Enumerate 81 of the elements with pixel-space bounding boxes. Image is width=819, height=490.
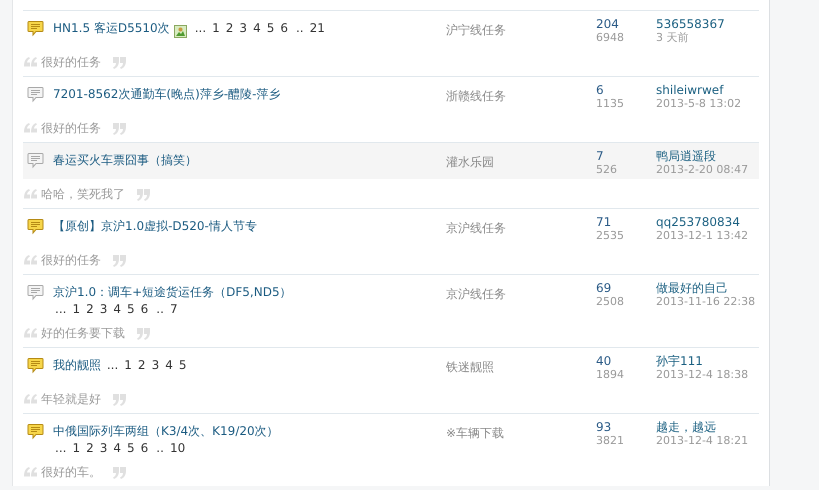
topic-title-link[interactable]: 中俄国际列车两组（K3/4次、K19/20次） (53, 424, 279, 438)
page-ellipsis: ... (55, 441, 66, 455)
page-ellipsis: .. (156, 302, 164, 316)
page-link[interactable]: 5 (127, 302, 135, 316)
page-link[interactable]: 6 (140, 441, 148, 455)
page-link[interactable]: 1 (212, 21, 220, 35)
page-link[interactable]: 3 (239, 21, 248, 35)
reply-excerpt: 好的任务要下载 (41, 324, 125, 342)
reply-count: 93 (596, 420, 612, 434)
page-link[interactable]: 4 (253, 21, 261, 35)
topic-title-link[interactable]: 7201-8562次通勤车(晚点)萍乡-醴陵-萍乡 (53, 87, 280, 101)
view-count: 2508 (596, 295, 624, 308)
page-ellipsis: ... (106, 358, 118, 372)
reply-excerpt: 很好的任务 (41, 54, 101, 70)
page-link[interactable]: 5 (178, 358, 186, 372)
topic-title-link[interactable]: 我的靓照 (53, 358, 101, 372)
view-count: 1135 (596, 97, 624, 110)
forum-name[interactable]: ※车辆下载 (446, 426, 504, 440)
page-link[interactable]: 1 (124, 358, 132, 372)
topic-title-link[interactable]: 春运买火车票囧事（搞笑） (53, 153, 197, 167)
forum-name[interactable]: 沪宁线任务 (446, 23, 506, 37)
topic-title-link[interactable]: HN1.5 客运D5510次 (53, 21, 170, 35)
last-poster-link[interactable]: 孙宇111 (656, 354, 703, 368)
last-poster-link[interactable]: 鸭局逍遥段 (656, 149, 716, 163)
reply-excerpt: 很好的任务 (41, 252, 101, 268)
page-link[interactable]: 7 (170, 302, 178, 316)
page-link[interactable]: 21 (310, 21, 325, 35)
forum-name[interactable]: 京沪线任务 (446, 221, 506, 235)
forum-name[interactable]: 京沪线任务 (446, 287, 506, 301)
page-ellipsis: ... (55, 302, 66, 316)
page-link[interactable]: 5 (266, 21, 274, 35)
page-link[interactable]: 3 (152, 358, 160, 372)
reply-count: 6 (596, 83, 604, 97)
view-count: 1894 (596, 368, 624, 381)
page-link[interactable]: 6 (140, 302, 148, 316)
last-post-time: 2013-11-16 22:38 (656, 295, 756, 308)
page-link[interactable]: 4 (165, 358, 173, 372)
topic-title-link[interactable]: 京沪1.0：调车+短途货运任务（DF5,ND5） (53, 285, 292, 299)
last-post-time: 2013-12-4 18:21 (656, 434, 748, 447)
forum-name[interactable]: 浙赣线任务 (446, 89, 506, 103)
last-poster-link[interactable]: 越走，越远 (656, 420, 716, 434)
last-post-time: 2013-2-20 08:47 (656, 163, 748, 176)
page-link[interactable]: 3 (100, 302, 108, 316)
page-link[interactable]: 2 (86, 302, 94, 316)
reply-count: 204 (596, 17, 619, 31)
view-count: 6948 (596, 31, 624, 44)
page-link[interactable]: 2 (138, 358, 146, 372)
page-link[interactable]: 2 (226, 21, 234, 35)
view-count: 3821 (596, 434, 624, 447)
last-post-time: 3 天前 (656, 31, 688, 44)
last-post-time: 2013-12-4 18:38 (656, 368, 748, 381)
topic-title-link[interactable]: 【原创】京沪1.0虚拟-D520-情人节专 (53, 219, 257, 233)
reply-count: 71 (596, 215, 612, 229)
page-link[interactable]: 5 (127, 441, 135, 455)
page-link[interactable]: 10 (170, 441, 186, 455)
forum-name[interactable]: 铁迷靓照 (446, 360, 494, 374)
view-count: 2535 (596, 229, 624, 242)
reply-excerpt: 年轻就是好 (41, 390, 101, 408)
reply-excerpt: 很好的任务 (41, 120, 101, 136)
reply-count: 40 (596, 354, 612, 368)
last-poster-link[interactable]: shileiwrwef (656, 83, 724, 97)
page-link[interactable]: 3 (100, 441, 108, 455)
page-link[interactable]: 4 (113, 302, 122, 316)
last-poster-link[interactable]: 做最好的自己 (656, 281, 728, 295)
page-link[interactable]: 4 (113, 441, 122, 455)
reply-count: 69 (596, 281, 612, 295)
page-link[interactable]: 1 (72, 441, 80, 455)
reply-excerpt: 哈哈，笑死我了 (41, 186, 125, 202)
reply-count: 7 (596, 149, 604, 163)
last-poster-link[interactable]: 536558367 (656, 17, 725, 31)
page-link[interactable]: 2 (86, 441, 94, 455)
page-link[interactable]: 1 (72, 302, 80, 316)
page-ellipsis: ... (194, 21, 206, 35)
page-ellipsis: .. (296, 21, 304, 35)
view-count: 526 (596, 163, 617, 176)
page-ellipsis: .. (156, 441, 164, 455)
reply-excerpt: 很好的车。 (41, 464, 101, 480)
last-post-time: 2013-12-1 13:42 (656, 229, 748, 242)
page-link[interactable]: 6 (280, 21, 288, 35)
last-post-time: 2013-5-8 13:02 (656, 97, 742, 110)
last-poster-link[interactable]: qq253780834 (656, 215, 740, 229)
